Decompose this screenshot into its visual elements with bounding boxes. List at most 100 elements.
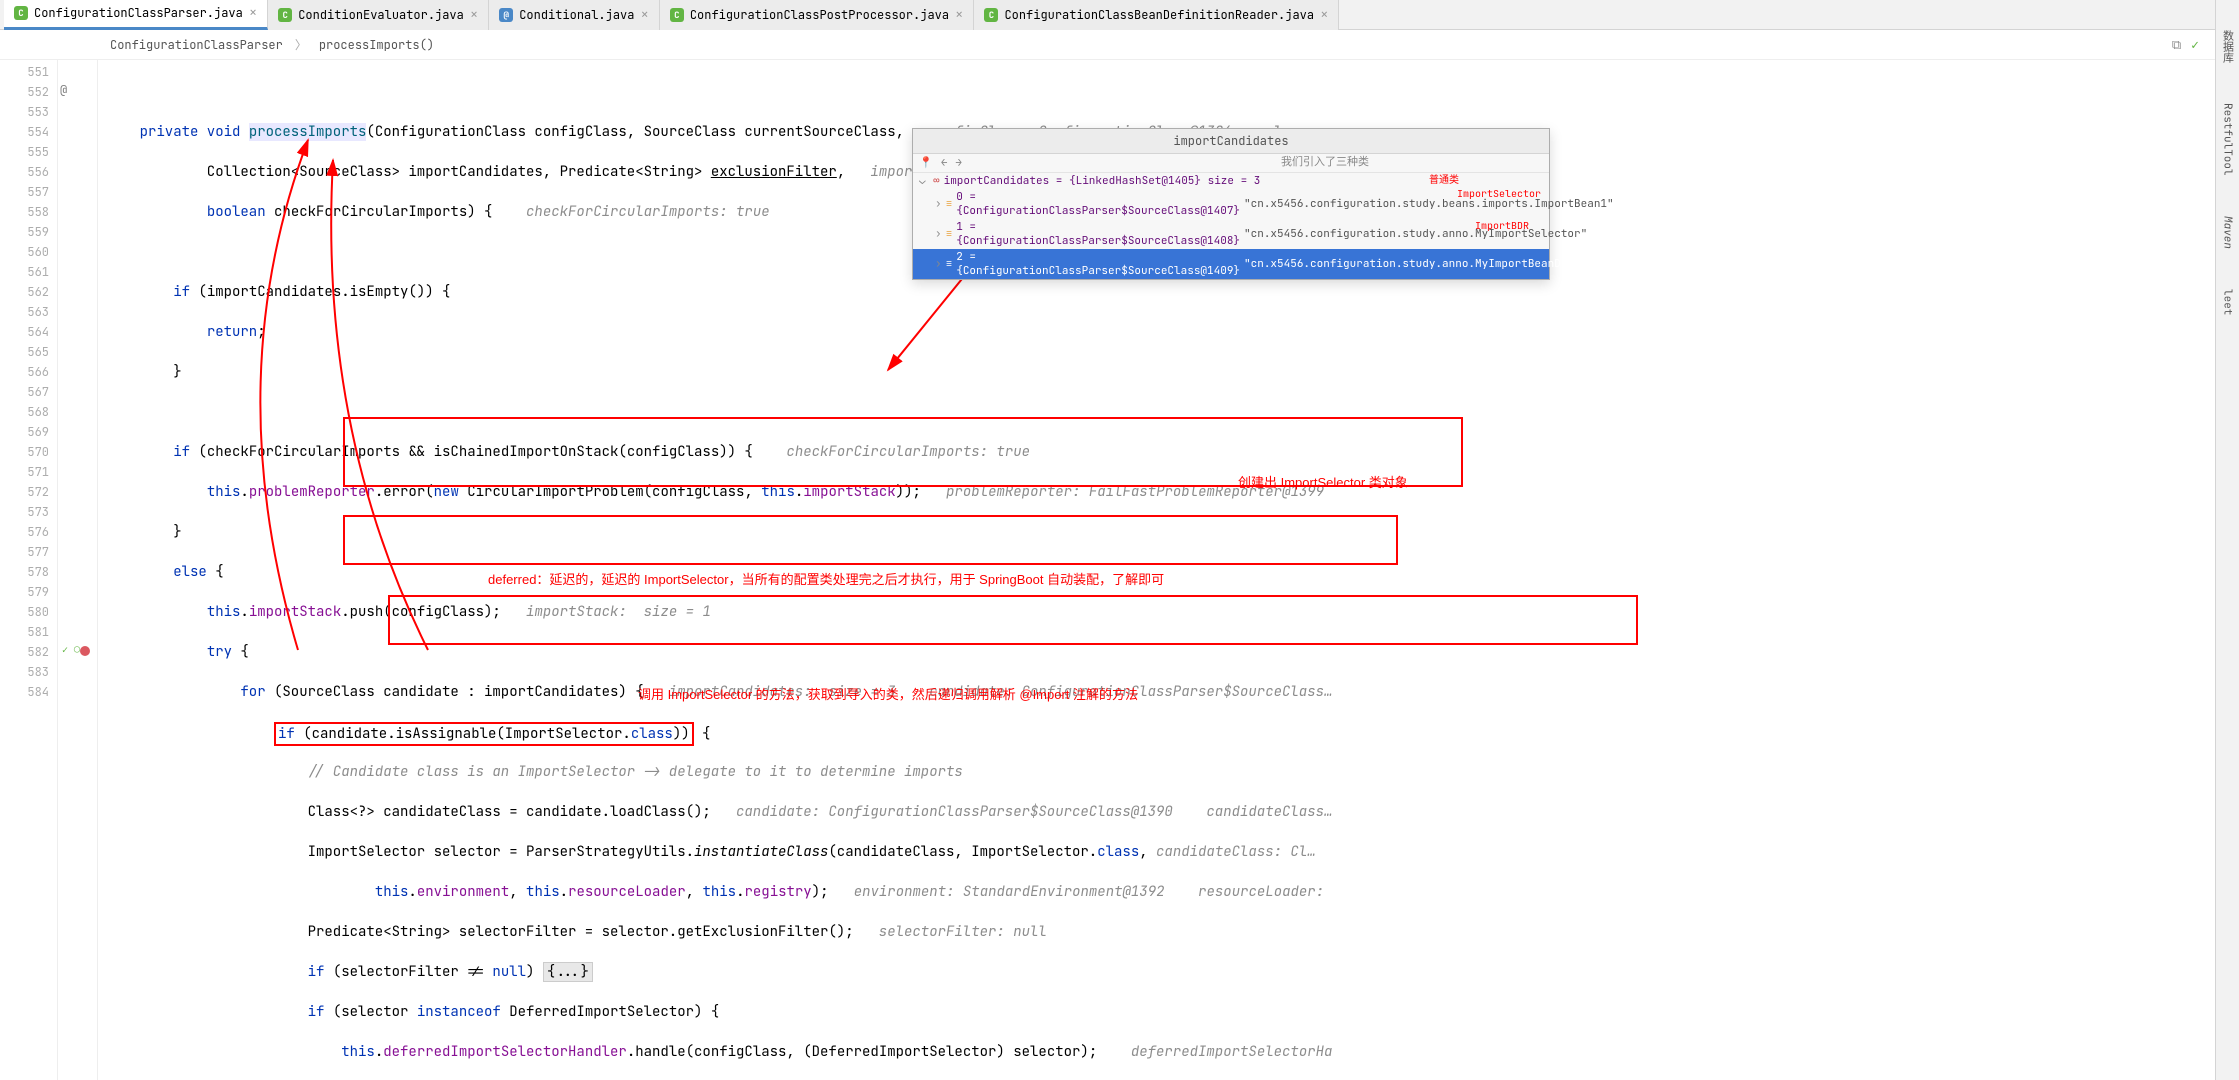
line-num[interactable]: 562 [0, 282, 49, 302]
sidebar-tab-database[interactable]: 数据库 [2220, 30, 2236, 63]
line-num[interactable]: 556 [0, 162, 49, 182]
line-num[interactable]: 577 [0, 542, 49, 562]
expand-icon[interactable]: › [935, 257, 942, 271]
line-num[interactable]: 567 [0, 382, 49, 402]
tab-1[interactable]: C ConditionEvaluator.java × [268, 0, 489, 30]
tab-3[interactable]: CConfigurationClassPostProcessor.java× [660, 0, 975, 30]
interface-icon: @ [499, 8, 513, 22]
code-line[interactable]: if (selectorFilter != null) {...} [98, 962, 2239, 982]
close-icon[interactable]: × [955, 6, 963, 24]
line-num[interactable]: 551 [0, 62, 49, 82]
sidebar-tab-restful[interactable]: RestfulTool [2221, 103, 2235, 176]
line-num[interactable]: 579 [0, 582, 49, 602]
pin-icon[interactable]: 📍 [919, 156, 933, 170]
line-num[interactable]: 573 [0, 502, 49, 522]
annotation-text: ImportSelector [1457, 187, 1541, 200]
line-num[interactable]: 578 [0, 562, 49, 582]
line-num[interactable]: 563 [0, 302, 49, 322]
reader-mode-icon[interactable]: ⧉ [2172, 36, 2181, 53]
line-num[interactable]: 568 [0, 402, 49, 422]
code-line[interactable]: } [98, 522, 2239, 542]
line-num[interactable]: 581 [0, 622, 49, 642]
class-icon: C [278, 8, 292, 22]
line-num[interactable]: 570 [0, 442, 49, 462]
back-icon[interactable]: ← [941, 156, 948, 170]
check-icon[interactable]: ✓ [2191, 36, 2199, 53]
tab-label: ConfigurationClassPostProcessor.java [690, 7, 949, 23]
code-line[interactable]: this.environment, this.resourceLoader, t… [98, 882, 2239, 902]
line-gutter: 551 552 553 554 555 556 557 558 559 560 … [0, 60, 58, 1080]
override-icon[interactable]: @ [60, 82, 67, 98]
debug-popup[interactable]: importCandidates 📍 ← → 我们引入了三种类 ⌄∞ impor… [912, 128, 1550, 280]
line-num[interactable]: 572 [0, 482, 49, 502]
sidebar-tab-maven[interactable]: Maven [2221, 216, 2235, 249]
fold-marker[interactable]: {...} [543, 962, 593, 982]
line-num[interactable]: 564 [0, 322, 49, 342]
code-line[interactable]: if (candidate.isAssignable(ImportSelecto… [98, 722, 2239, 742]
code-line[interactable]: if (importCandidates.isEmpty()) { [98, 282, 2239, 302]
code-line[interactable]: if (checkForCircularImports && isChained… [98, 442, 2239, 462]
expand-icon[interactable]: › [935, 227, 942, 241]
code-line[interactable]: Predicate<String> selectorFilter = selec… [98, 922, 2239, 942]
line-num[interactable]: 554 [0, 122, 49, 142]
line-num[interactable]: 565 [0, 342, 49, 362]
code-line[interactable]: Class<?> candidateClass = candidate.load… [98, 802, 2239, 822]
code-line[interactable]: for (SourceClass candidate : importCandi… [98, 682, 2239, 702]
code-line[interactable]: try { [98, 642, 2239, 662]
tab-2[interactable]: @Conditional.java× [489, 0, 660, 30]
code-line[interactable]: return; [98, 322, 2239, 342]
line-num[interactable]: 559 [0, 222, 49, 242]
line-num[interactable]: 557 [0, 182, 49, 202]
debug-var-item-selected[interactable]: ›≡ 2 = {ConfigurationClassParser$SourceC… [913, 249, 1549, 279]
expand-icon[interactable]: › [935, 197, 942, 211]
code-line[interactable]: this.importStack.push(configClass); impo… [98, 602, 2239, 622]
code-line[interactable]: this.problemReporter.error(new CircularI… [98, 482, 2239, 502]
line-num[interactable]: 566 [0, 362, 49, 382]
run-icon[interactable]: ✓ ◯ [62, 643, 80, 656]
tab-label: ConditionEvaluator.java [298, 7, 464, 23]
code-line[interactable]: this.deferredImportSelectorHandler.handl… [98, 1042, 2239, 1062]
breadcrumb-class[interactable]: ConfigurationClassParser [110, 37, 283, 53]
code-line[interactable]: ImportSelector selector = ParserStrategy… [98, 842, 2239, 862]
forward-icon[interactable]: → [955, 156, 962, 170]
annotation-text: ImportBDR [1475, 219, 1529, 232]
line-num[interactable]: 580 [0, 602, 49, 622]
breakpoint-icon[interactable] [80, 646, 90, 656]
tab-label: ConfigurationClassBeanDefinitionReader.j… [1004, 7, 1314, 23]
code-line[interactable] [98, 82, 2239, 102]
line-num[interactable]: 584 [0, 682, 49, 702]
expand-icon[interactable]: ⌄ [919, 174, 929, 188]
code-line[interactable]: else { [98, 562, 2239, 582]
sidebar-tab-leet[interactable]: leet [2221, 289, 2235, 315]
tab-0[interactable]: CConfigurationClassParser.java× [4, 0, 268, 30]
line-num[interactable]: 552 [0, 82, 49, 102]
code-line[interactable]: } [98, 362, 2239, 382]
editor-tabs: C ConfigurationClassParser.java × C Conditi… [0, 0, 2239, 30]
line-num[interactable]: 558 [0, 202, 49, 222]
tab-label: ConfigurationClassParser.java [34, 5, 243, 21]
line-num[interactable]: 560 [0, 242, 49, 262]
line-num[interactable]: 561 [0, 262, 49, 282]
line-num[interactable]: 576 [0, 522, 49, 542]
breadcrumb: ConfigurationClassParser 〉 processImport… [0, 30, 2239, 60]
line-num[interactable]: 553 [0, 102, 49, 122]
debug-var-item[interactable]: ›≡ 0 = {ConfigurationClassParser$SourceC… [913, 189, 1549, 219]
line-num[interactable]: 569 [0, 422, 49, 442]
breadcrumb-method[interactable]: processImports() [319, 37, 434, 53]
annotation-text: 创建出 ImportSelector 类对象 [1238, 473, 1408, 493]
close-icon[interactable]: × [640, 6, 648, 24]
tab-4[interactable]: CConfigurationClassBeanDefinitionReader.… [974, 0, 1339, 30]
close-icon[interactable]: × [470, 6, 478, 24]
line-num[interactable]: 583 [0, 662, 49, 682]
line-num[interactable]: 582 [0, 642, 49, 662]
close-icon[interactable]: × [1320, 6, 1328, 24]
code-line[interactable]: // Candidate class is an ImportSelector … [98, 762, 2239, 782]
close-icon[interactable]: × [249, 4, 257, 22]
debug-var-item[interactable]: ›≡ 1 = {ConfigurationClassParser$SourceC… [913, 219, 1549, 249]
code-line[interactable] [98, 402, 2239, 422]
line-num[interactable]: 571 [0, 462, 49, 482]
annotation-text: deferred：延迟的，延迟的 ImportSelector，当所有的配置类处… [488, 570, 1164, 590]
popup-title: importCandidates [913, 129, 1549, 154]
code-line[interactable]: if (selector instanceof DeferredImportSe… [98, 1002, 2239, 1022]
line-num[interactable]: 555 [0, 142, 49, 162]
